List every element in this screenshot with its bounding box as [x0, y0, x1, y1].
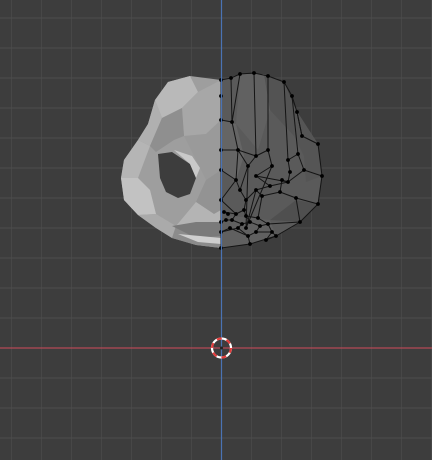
mesh-vertex[interactable] [236, 148, 240, 152]
mesh-vertex[interactable] [296, 152, 300, 156]
mesh-vertex[interactable] [234, 178, 238, 182]
mesh-vertex[interactable] [290, 94, 294, 98]
mesh-vertex[interactable] [230, 120, 234, 124]
mesh-vertex[interactable] [244, 214, 248, 218]
mesh-vertex[interactable] [288, 170, 292, 174]
mesh-vertex[interactable] [268, 184, 272, 188]
mesh-vertex[interactable] [264, 238, 268, 242]
mesh-vertex[interactable] [298, 220, 302, 224]
mesh-vertex[interactable] [302, 168, 306, 172]
mesh-vertex[interactable] [258, 224, 262, 228]
mesh-vertex[interactable] [248, 220, 252, 224]
mesh-vertex[interactable] [300, 134, 304, 138]
mesh-vertex[interactable] [254, 188, 258, 192]
mesh-vertex[interactable] [226, 212, 230, 216]
mesh-vertex[interactable] [266, 74, 270, 78]
mesh-vertex[interactable] [244, 226, 248, 230]
mesh-vertex[interactable] [229, 76, 233, 80]
mesh-vertex[interactable] [260, 194, 264, 198]
mesh-vertex[interactable] [270, 230, 274, 234]
mesh-vertex[interactable] [238, 72, 242, 76]
mesh-vertex[interactable] [316, 142, 320, 146]
mesh-vertex[interactable] [234, 212, 238, 216]
mesh-vertex[interactable] [244, 198, 248, 202]
mesh-vertex[interactable] [254, 174, 258, 178]
mesh-vertex[interactable] [316, 202, 320, 206]
mesh-vertex[interactable] [266, 222, 270, 226]
mesh-vertex[interactable] [254, 230, 258, 234]
mesh-vertex[interactable] [236, 226, 240, 230]
mesh-vertex[interactable] [230, 218, 234, 222]
mesh-vertex[interactable] [240, 222, 244, 226]
mesh-vertex[interactable] [320, 174, 324, 178]
mesh-vertex[interactable] [286, 158, 290, 162]
mesh-vertex[interactable] [252, 71, 256, 75]
3d-viewport[interactable] [0, 0, 432, 460]
mesh-vertex[interactable] [280, 178, 284, 182]
mesh-vertex[interactable] [224, 218, 228, 222]
mesh-vertex[interactable] [246, 164, 250, 168]
mesh-vertex[interactable] [248, 242, 252, 246]
mesh-vertex[interactable] [286, 180, 290, 184]
mesh-vertex[interactable] [270, 164, 274, 168]
mesh-vertex[interactable] [222, 210, 226, 214]
mesh-vertex[interactable] [254, 154, 258, 158]
mesh-vertex[interactable] [242, 208, 246, 212]
mesh-vertex[interactable] [278, 190, 282, 194]
mesh-vertex[interactable] [274, 234, 278, 238]
mesh-vertex[interactable] [294, 196, 298, 200]
mesh-vertex[interactable] [256, 216, 260, 220]
mesh-vertex[interactable] [295, 110, 299, 114]
mesh-vertex[interactable] [282, 80, 286, 84]
mesh-vertex[interactable] [238, 188, 242, 192]
mesh-vertex[interactable] [246, 234, 250, 238]
mesh-vertex[interactable] [266, 148, 270, 152]
mesh-vertex[interactable] [228, 226, 232, 230]
